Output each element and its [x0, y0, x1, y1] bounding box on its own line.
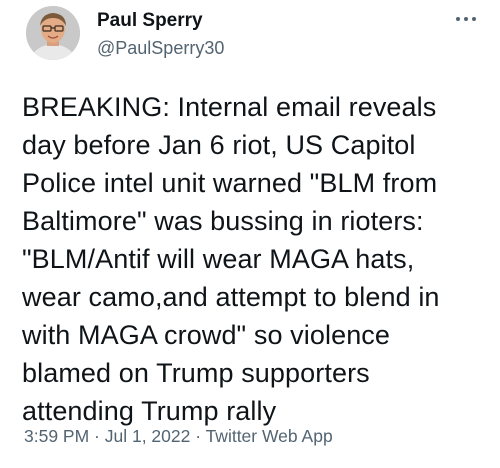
more-options-icon[interactable]: [452, 10, 480, 28]
tweet-text: BREAKING: Internal email reveals day bef…: [22, 92, 440, 426]
tweet-card: Paul Sperry @PaulSperry30 BREAKING: Inte…: [0, 0, 500, 468]
avatar-photo: [26, 6, 80, 60]
tweet-timestamp[interactable]: 3:59 PM · Jul 1, 2022 · Twitter Web App: [24, 426, 333, 447]
avatar[interactable]: [26, 6, 80, 60]
author-handle[interactable]: @PaulSperry30: [97, 38, 224, 59]
author-display-name[interactable]: Paul Sperry: [97, 10, 203, 32]
